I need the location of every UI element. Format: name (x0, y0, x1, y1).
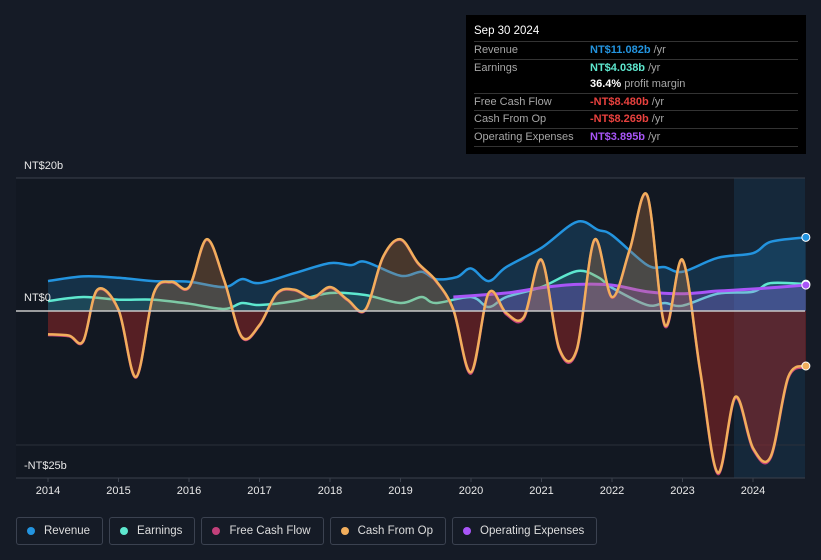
legend-label: Revenue (44, 525, 91, 537)
x-tick-label: 2023 (670, 485, 695, 497)
y-tick-label: NT$20b (24, 160, 64, 172)
legend-label: Earnings (137, 525, 183, 537)
legend-dot-icon (463, 527, 472, 535)
revenue-endpoint (801, 232, 811, 242)
tooltip-date: Sep 30 2024 (474, 25, 540, 37)
x-tick-label: 2022 (599, 485, 625, 497)
legend-item-cash-from-op[interactable]: Cash From Op (329, 517, 447, 545)
x-tick-label: 2018 (317, 485, 343, 497)
tooltip-value: -NT$8.269b /yr (590, 113, 664, 126)
legend-item-revenue[interactable]: Revenue (16, 517, 104, 545)
x-tick-label: 2015 (106, 485, 131, 497)
legend-dot-icon (120, 527, 129, 535)
x-tick-label: 2021 (529, 485, 554, 497)
tooltip-label: Earnings (474, 61, 518, 74)
y-tick-label: -NT$25b (24, 460, 67, 472)
legend: Revenue Earnings Free Cash Flow Cash From O… (16, 517, 598, 545)
x-tick-label: 2024 (740, 485, 766, 497)
x-tick-label: 2017 (247, 485, 272, 497)
tooltip-value: NT$3.895b /yr (590, 130, 661, 143)
tooltip-label: Cash From Op (474, 113, 547, 126)
tooltip-row: 36.4% profit margin (474, 76, 798, 93)
y-tick-label: NT$0 (24, 292, 51, 304)
legend-label: Operating Expenses (480, 525, 585, 537)
legend-dot-icon (340, 527, 349, 535)
cash-from-op-endpoint (801, 361, 811, 371)
tooltip-label: Revenue (474, 44, 519, 57)
tooltip-label: Operating Expenses (474, 130, 574, 143)
legend-dot-icon (27, 527, 35, 535)
tooltip: Sep 30 2024 Revenue NT$11.082b /yr Earning… (466, 15, 806, 154)
tooltip-value: NT$4.038b /yr (590, 61, 661, 74)
tooltip-row: Free Cash Flow -NT$8.480b /yr (474, 92, 798, 111)
operating-expenses-endpoint (801, 280, 811, 290)
x-tick-label: 2016 (176, 485, 202, 497)
legend-item-earnings[interactable]: Earnings (109, 517, 196, 545)
tooltip-value: 36.4% profit margin (590, 78, 686, 91)
tooltip-value: NT$11.082b /yr (590, 44, 666, 57)
tooltip-row: Cash From Op -NT$8.269b /yr (474, 110, 798, 128)
tooltip-row: Earnings NT$4.038b /yr (474, 58, 798, 77)
tooltip-label: Free Cash Flow (474, 95, 552, 108)
legend-label: Free Cash Flow (229, 525, 311, 537)
x-tick-label: 2014 (35, 485, 61, 497)
tooltip-row: Operating Expenses NT$3.895b /yr (474, 127, 798, 146)
legend-item-free-cash-flow[interactable]: Free Cash Flow (201, 517, 324, 545)
legend-label: Cash From Op (357, 525, 434, 537)
legend-dot-icon (212, 527, 221, 535)
tooltip-value: -NT$8.480b /yr (590, 95, 664, 108)
legend-item-operating-expenses[interactable]: Operating Expenses (452, 517, 598, 545)
tooltip-row: Revenue NT$11.082b /yr (474, 41, 798, 59)
x-tick-label: 2020 (458, 485, 484, 497)
x-tick-label: 2019 (388, 485, 413, 497)
